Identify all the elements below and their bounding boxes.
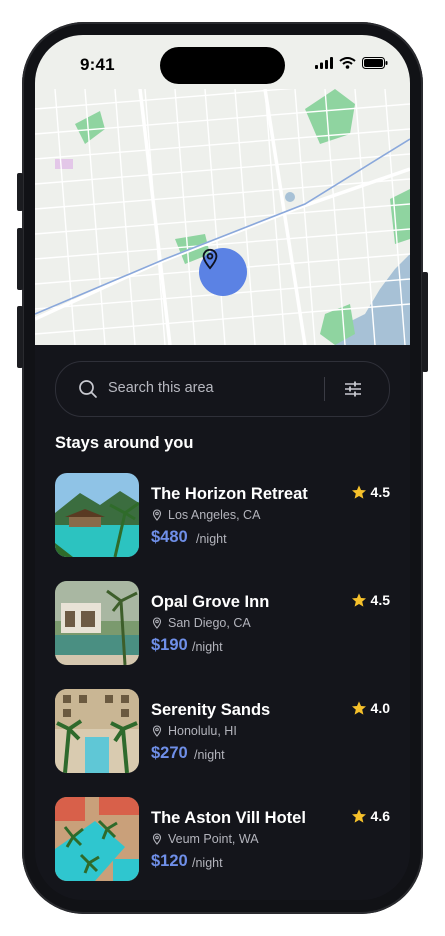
volume-down-button: [17, 306, 23, 368]
stay-rating-value: 4.5: [370, 484, 390, 500]
stay-rating: 4.6: [351, 808, 390, 824]
stay-price: $190: [151, 636, 188, 654]
silent-switch: [17, 173, 23, 211]
star-icon: [351, 485, 366, 499]
stay-photo: [55, 689, 139, 773]
stay-location: Los Angeles, CA: [151, 508, 260, 522]
power-button: [422, 272, 428, 372]
stay-location-text: San Diego, CA: [168, 616, 251, 630]
stay-card[interactable]: The Horizon Retreat Los Angeles, CA $480…: [55, 473, 390, 557]
stay-location: San Diego, CA: [151, 616, 251, 630]
map-view[interactable]: [35, 89, 410, 345]
stay-rating: 4.0: [351, 700, 390, 716]
stay-photo: [55, 581, 139, 665]
price-unit: /night: [192, 640, 223, 654]
stay-price: $120: [151, 852, 188, 870]
star-icon: [351, 809, 366, 823]
status-bar: 9:41: [35, 35, 410, 89]
stay-location-text: Honolulu, HI: [168, 724, 237, 738]
section-title: Stays around you: [55, 434, 194, 452]
stay-rating: 4.5: [351, 592, 390, 608]
stay-location: Veum Point, WA: [151, 832, 259, 846]
price-unit: /night: [192, 856, 223, 870]
stay-card[interactable]: The Aston Vill Hotel Veum Point, WA $120…: [55, 797, 390, 881]
filter-icon[interactable]: [344, 380, 362, 398]
stay-price: $480: [151, 528, 188, 546]
volume-up-button: [17, 228, 23, 290]
stay-card[interactable]: Opal Grove Inn San Diego, CA $190 /night…: [55, 581, 390, 665]
price-unit: /night: [196, 532, 227, 546]
location-icon: [152, 725, 162, 737]
stay-rating-value: 4.6: [370, 808, 390, 824]
map-canvas: [35, 89, 410, 345]
star-icon: [351, 701, 366, 715]
search-icon: [79, 380, 97, 398]
status-time: 9:41: [80, 55, 115, 74]
battery-icon: [362, 57, 388, 69]
location-icon: [152, 833, 162, 845]
status-icons: [315, 57, 388, 69]
stay-rating: 4.5: [351, 484, 390, 500]
star-icon: [351, 593, 366, 607]
stay-name: The Aston Vill Hotel: [151, 809, 306, 827]
stay-rating-value: 4.0: [370, 700, 390, 716]
stay-name: Serenity Sands: [151, 701, 271, 719]
search-bar[interactable]: Search this area: [55, 361, 390, 417]
map-pin-icon: [202, 248, 218, 270]
cellular-signal-icon: [315, 57, 333, 69]
stay-photo: [55, 473, 139, 557]
stay-location-text: Los Angeles, CA: [168, 508, 261, 522]
stay-location-text: Veum Point, WA: [168, 832, 259, 846]
stay-price: $270: [151, 744, 188, 762]
stay-card[interactable]: Serenity Sands Honolulu, HI $270 /night …: [55, 689, 390, 773]
wifi-icon: [339, 57, 356, 69]
price-unit: /night: [194, 748, 225, 762]
dynamic-island: [160, 47, 285, 84]
location-icon: [152, 617, 162, 629]
location-icon: [152, 509, 162, 521]
search-input[interactable]: Search this area: [108, 380, 214, 396]
stay-location: Honolulu, HI: [151, 724, 237, 738]
location-pin[interactable]: [199, 248, 247, 296]
stay-rating-value: 4.5: [370, 592, 390, 608]
stay-name: The Horizon Retreat: [151, 485, 308, 503]
stay-photo: [55, 797, 139, 881]
search-divider: [324, 377, 325, 401]
app-screen: 9:41 Search this area Stays around you T…: [35, 35, 410, 900]
stay-name: Opal Grove Inn: [151, 593, 270, 611]
